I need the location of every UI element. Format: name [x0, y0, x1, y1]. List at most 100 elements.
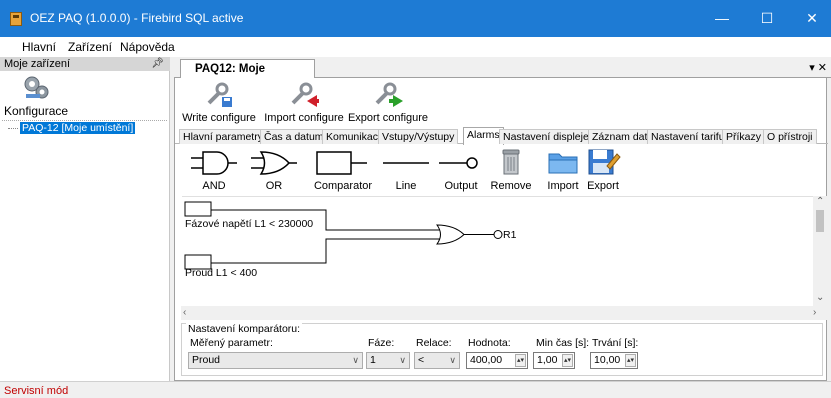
value-label: Hodnota:	[468, 337, 511, 349]
min-time-label: Min čas [s]:	[536, 337, 590, 349]
relation-label: Relace:	[416, 337, 452, 349]
comparator-block-1[interactable]	[184, 201, 212, 217]
tab-o-pristroji[interactable]: O přístroji	[763, 129, 817, 144]
output-tool-label: Output	[444, 180, 478, 192]
output-node[interactable]	[493, 230, 503, 239]
line-tool[interactable]: Line	[381, 146, 431, 192]
spinner-icon[interactable]: ▴▾	[515, 354, 526, 367]
trash-icon	[502, 149, 520, 175]
logic-canvas[interactable]: Fázové napětí L1 < 230000 Proud L1 < 400…	[182, 196, 825, 318]
relation-select[interactable]: < ∨	[414, 352, 460, 369]
chevron-down-icon: ∨	[352, 355, 359, 365]
duration-input-text: 10,00	[594, 354, 621, 366]
output-label: R1	[503, 229, 517, 241]
remove-tool-label: Remove	[490, 180, 532, 192]
device-tree-item-label: PAQ-12 [Moje umístění]	[20, 122, 136, 134]
export-tool-label: Export	[587, 180, 619, 192]
min-time-input[interactable]: 1,00 ▴▾	[533, 352, 575, 369]
or-gate-icon	[251, 151, 297, 175]
duration-label: Trvání [s]:	[592, 337, 639, 349]
export-configure-label: Export configure	[347, 112, 429, 124]
scroll-up-icon[interactable]: ⌃	[816, 196, 824, 207]
comparator-1-label: Fázové napětí L1 < 230000	[185, 218, 313, 230]
import-tool[interactable]: Import	[543, 146, 583, 192]
phase-select[interactable]: 1 ∨	[366, 352, 410, 369]
output-tool[interactable]: Output	[437, 146, 485, 192]
wire-2	[211, 238, 440, 264]
chevron-down-icon: ∨	[449, 355, 456, 365]
output-icon	[439, 157, 478, 169]
status-text: Servisní mód	[4, 385, 69, 397]
and-gate-icon	[191, 151, 237, 175]
scroll-right-icon[interactable]: ›	[813, 307, 816, 318]
tab-cas-a-datum[interactable]: Čas a datum	[260, 129, 328, 144]
devices-pane: Moje zařízení 📌︎ Konfigurace PAQ-12 [Moj…	[0, 57, 170, 381]
comparator-icon	[316, 151, 367, 175]
document-tab-strip: PAQ12: Moje umístění ▾ ✕	[174, 57, 831, 93]
configuration-label: Konfigurace	[4, 104, 69, 118]
logic-diagram: Fázové napětí L1 < 230000 Proud L1 < 400…	[184, 201, 517, 279]
duration-input[interactable]: 10,00 ▴▾	[590, 352, 638, 369]
tab-row: Hlavní parametry Čas a datum Komunikace …	[175, 127, 828, 145]
pin-icon[interactable]: 📌︎	[151, 57, 164, 71]
window-title: OEZ PAQ (1.0.0.0) - Firebird SQL active	[30, 11, 244, 25]
scroll-down-icon[interactable]: ⌄	[816, 292, 824, 303]
comparator-settings-legend: Nastavení komparátoru:	[186, 323, 303, 335]
configuration-button[interactable]: Konfigurace	[2, 73, 167, 121]
phase-select-value: 1	[370, 354, 376, 366]
spinner-icon[interactable]: ▴▾	[562, 354, 573, 367]
tab-prikazy[interactable]: Příkazy	[722, 129, 766, 144]
value-input-text: 400,00	[470, 354, 503, 366]
tab-nastaveni-tarifu[interactable]: Nastavení tarifu	[647, 129, 729, 144]
and-tool-label: AND	[202, 180, 226, 192]
param-select-value: Proud	[192, 354, 221, 366]
min-time-input-text: 1,00	[537, 354, 558, 366]
tab-nastaveni-displeje[interactable]: Nastavení displeje	[499, 129, 593, 144]
tree-connector	[8, 128, 18, 129]
or-gate[interactable]	[436, 224, 465, 245]
comparator-settings-group: Nastavení komparátoru: Měřený parametr: …	[181, 323, 823, 376]
export-tool[interactable]: Export	[583, 146, 623, 192]
status-bar: Servisní mód	[0, 381, 831, 398]
comparator-tool-label: Comparator	[313, 180, 373, 192]
save-icon	[588, 149, 621, 175]
menu-bar: Hlavní Zařízení Nápověda	[0, 37, 831, 57]
param-select[interactable]: Proud ∨	[188, 352, 363, 369]
maximize-button[interactable]: ☐	[745, 0, 789, 37]
value-input[interactable]: 400,00 ▴▾	[466, 352, 528, 369]
or-tool-label: OR	[265, 180, 283, 192]
menu-napoveda[interactable]: Nápověda	[120, 40, 175, 54]
minimize-button[interactable]: —	[700, 0, 744, 37]
title-bar: OEZ PAQ (1.0.0.0) - Firebird SQL active …	[0, 0, 831, 37]
tab-alarms[interactable]: Alarms	[463, 127, 504, 145]
menu-hlavni[interactable]: Hlavní	[22, 40, 56, 54]
comparator-2-label: Proud L1 < 400	[185, 267, 257, 279]
or-tool[interactable]: OR	[249, 146, 299, 192]
tab-menu-close-icon[interactable]: ▾ ✕	[809, 61, 827, 74]
folder-icon	[548, 153, 578, 174]
spinner-icon[interactable]: ▴▾	[625, 354, 636, 367]
horizontal-scrollbar[interactable]: ‹ ›	[181, 306, 827, 320]
configuration-icon	[24, 76, 49, 99]
vertical-scrollbar[interactable]: ⌃ ⌄	[813, 196, 827, 306]
menu-zarizeni[interactable]: Zařízení	[68, 40, 112, 54]
tab-vstupy-vystupy[interactable]: Vstupy/Výstupy	[378, 129, 459, 144]
write-configure-button[interactable]: Write configure	[177, 78, 261, 124]
write-configure-label: Write configure	[182, 112, 256, 124]
import-configure-label: Import configure	[264, 112, 344, 124]
remove-tool[interactable]: Remove	[489, 146, 533, 192]
document-tab[interactable]: PAQ12: Moje umístění	[180, 59, 315, 93]
comparator-tool[interactable]: Comparator	[309, 146, 377, 192]
import-tool-label: Import	[547, 180, 579, 192]
tab-hlavni-parametry[interactable]: Hlavní parametry	[179, 129, 267, 144]
scroll-left-icon[interactable]: ‹	[183, 307, 186, 318]
line-icon	[383, 162, 429, 164]
and-tool[interactable]: AND	[189, 146, 239, 192]
vertical-scroll-thumb[interactable]	[816, 210, 824, 232]
tab-zaznam-dat[interactable]: Záznam dat	[588, 129, 652, 144]
import-configure-button[interactable]: Import configure	[261, 78, 347, 124]
devices-pane-title: Moje zařízení	[4, 58, 71, 70]
export-configure-button[interactable]: Export configure	[347, 78, 429, 124]
line-tool-label: Line	[395, 180, 417, 192]
close-button[interactable]: ✕	[790, 0, 831, 37]
